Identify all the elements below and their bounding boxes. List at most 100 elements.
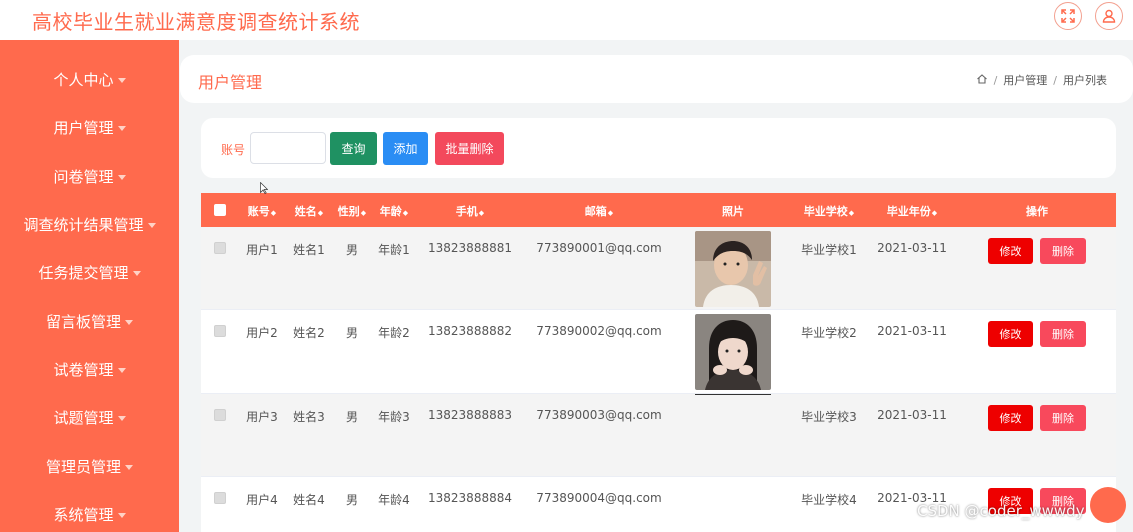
search-card: 账号 查询 添加 批量删除 (201, 118, 1116, 178)
caret-down-icon (125, 319, 133, 325)
column-header-age[interactable]: 年龄◆ (380, 203, 408, 219)
sidebar: 个人中心 用户管理 问卷管理 调查统计结果管理 任务提交管理 留言板管理 试卷管… (0, 40, 179, 532)
sidebar-item-label: 试题管理 (53, 408, 114, 427)
user-table: 账号◆ 姓名◆ 性别◆ 年龄◆ 手机◆ 邮箱◆ 照片 毕业学校◆ 毕业年份◆ 操… (201, 193, 1116, 532)
caret-down-icon (117, 415, 126, 421)
breadcrumb-separator: / (993, 73, 998, 87)
sort-icon: ◆ (360, 209, 367, 217)
cell-age: 年龄2 (378, 326, 410, 340)
caret-down-icon (117, 77, 126, 83)
sidebar-item-label: 管理员管理 (45, 457, 121, 476)
column-header-actions: 操作 (1026, 205, 1048, 218)
row-checkbox[interactable] (214, 409, 226, 421)
sidebar-item-label: 调查统计结果管理 (23, 215, 144, 234)
sort-icon: ◆ (478, 209, 485, 217)
sidebar-item-message-board[interactable]: 留言板管理 (0, 301, 179, 341)
sidebar-item-task-submission[interactable]: 任务提交管理 (0, 252, 179, 292)
cell-phone: 13823888881 (428, 241, 512, 255)
sidebar-item-admins[interactable]: 管理员管理 (0, 446, 179, 486)
cell-school: 毕业学校3 (801, 410, 857, 424)
delete-button[interactable]: 删除 (1040, 405, 1086, 431)
cell-account: 用户4 (246, 493, 278, 507)
sidebar-item-label: 问卷管理 (53, 167, 114, 186)
user-photo-male (695, 231, 771, 307)
bulk-delete-button[interactable]: 批量删除 (435, 132, 504, 165)
edit-button[interactable]: 修改 (988, 238, 1033, 264)
sort-icon: ◆ (402, 209, 409, 217)
sidebar-item-label: 个人中心 (53, 70, 114, 89)
caret-down-icon (117, 367, 126, 373)
page-title: 用户管理 (198, 73, 263, 92)
sort-icon: ◆ (270, 209, 277, 217)
sidebar-item-system[interactable]: 系统管理 (0, 494, 179, 532)
delete-button[interactable]: 删除 (1040, 238, 1086, 264)
caret-down-icon (117, 174, 126, 180)
edit-button[interactable]: 修改 (988, 321, 1033, 347)
edit-button[interactable]: 修改 (988, 405, 1033, 431)
table-header: 账号◆ 姓名◆ 性别◆ 年龄◆ 手机◆ 邮箱◆ 照片 毕业学校◆ 毕业年份◆ 操… (201, 193, 1116, 227)
column-header-name[interactable]: 姓名◆ (295, 203, 323, 219)
app-title: 高校毕业生就业满意度调查统计系统 (32, 10, 360, 34)
sidebar-item-label: 留言板管理 (45, 312, 121, 331)
cell-gender: 男 (345, 410, 359, 424)
account-search-input[interactable] (250, 132, 326, 164)
user-icon[interactable] (1095, 2, 1123, 30)
column-header-year[interactable]: 毕业年份◆ (887, 203, 937, 219)
cell-school: 毕业学校2 (801, 326, 857, 340)
delete-button[interactable]: 删除 (1040, 321, 1086, 347)
breadcrumb-separator: / (1053, 73, 1057, 87)
caret-down-icon (132, 270, 141, 276)
add-button[interactable]: 添加 (383, 132, 428, 165)
mouse-cursor-icon (260, 182, 268, 194)
select-all-checkbox[interactable] (214, 204, 226, 216)
sidebar-item-exam-papers[interactable]: 试卷管理 (0, 349, 179, 389)
column-header-account[interactable]: 账号◆ (248, 203, 276, 219)
cell-phone: 13823888882 (428, 324, 512, 338)
sort-icon: ◆ (317, 209, 324, 217)
sidebar-item-questions[interactable]: 试题管理 (0, 397, 179, 437)
breadcrumb-item: 用户列表 (1063, 74, 1107, 87)
column-header-school[interactable]: 毕业学校◆ (804, 203, 854, 219)
column-header-gender[interactable]: 性别◆ (338, 203, 366, 219)
cell-name: 姓名2 (293, 326, 325, 340)
column-header-phone[interactable]: 手机◆ (456, 203, 484, 219)
watermark-text: CSDN @coder_wwwdy (917, 502, 1085, 520)
cell-email: 773890004@qq.com (536, 491, 662, 505)
cell-email: 773890002@qq.com (536, 324, 662, 338)
sort-icon: ◆ (931, 209, 938, 217)
user-photo-female (695, 314, 771, 390)
cell-school: 毕业学校4 (801, 493, 857, 507)
sidebar-item-label: 系统管理 (53, 505, 114, 524)
column-header-email[interactable]: 邮箱◆ (585, 203, 613, 219)
row-checkbox[interactable] (214, 325, 226, 337)
sidebar-item-label: 用户管理 (53, 118, 114, 137)
row-checkbox[interactable] (214, 492, 226, 504)
table-row: 用户2 姓名2 男 年龄2 13823888882 773890002@qq.c… (201, 310, 1116, 394)
sidebar-item-label: 试卷管理 (53, 360, 114, 379)
cell-year: 2021-03-11 (877, 408, 947, 422)
cell-email: 773890001@qq.com (536, 241, 662, 255)
column-header-photo: 照片 (722, 205, 744, 218)
sidebar-item-questionnaire[interactable]: 问卷管理 (0, 156, 179, 196)
cell-year: 2021-03-11 (877, 241, 947, 255)
sidebar-item-user-management[interactable]: 用户管理 (0, 107, 179, 147)
cell-gender: 男 (345, 493, 359, 507)
cell-name: 姓名1 (293, 243, 325, 257)
sidebar-item-personal-center[interactable]: 个人中心 (0, 59, 179, 99)
floating-action-button[interactable] (1090, 487, 1126, 523)
caret-down-icon (117, 512, 126, 518)
sort-icon: ◆ (848, 209, 855, 217)
page-header-card: 用户管理 / 用户管理 / 用户列表 (180, 55, 1133, 103)
expand-icon[interactable] (1054, 2, 1082, 30)
cell-age: 年龄4 (378, 493, 410, 507)
caret-down-icon (125, 464, 133, 470)
caret-down-icon (147, 222, 156, 228)
row-checkbox[interactable] (214, 242, 226, 254)
home-icon[interactable] (976, 73, 988, 88)
breadcrumb-item[interactable]: 用户管理 (1003, 72, 1047, 88)
sidebar-item-survey-results[interactable]: 调查统计结果管理 (0, 204, 179, 244)
cell-age: 年龄1 (378, 243, 410, 257)
cell-name: 姓名4 (293, 493, 325, 507)
cell-account: 用户2 (246, 326, 278, 340)
query-button[interactable]: 查询 (330, 132, 377, 165)
